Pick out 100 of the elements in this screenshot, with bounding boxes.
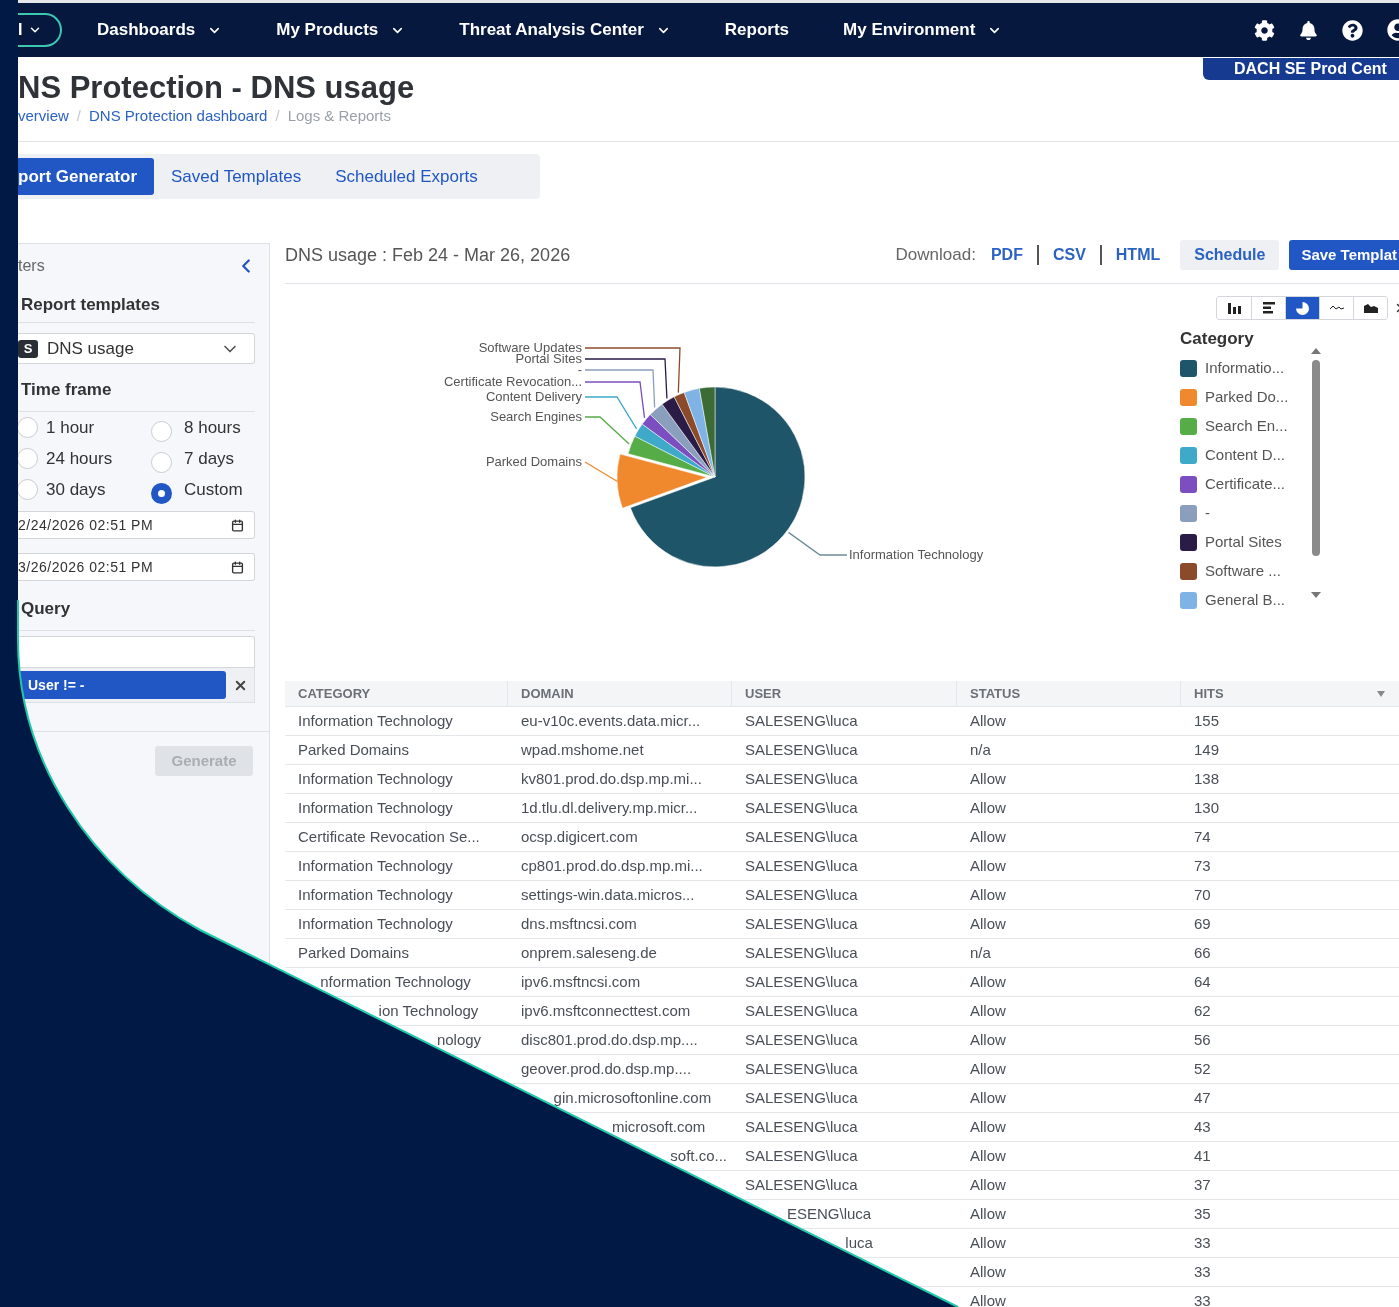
pie-label: Certificate Revocation...	[444, 374, 582, 389]
table-cell-text: 1d.tlu.dl.delivery.mp.micr...	[521, 797, 698, 818]
pie-chart-icon	[1296, 301, 1309, 315]
tenant-badge: DACH SE Prod Cent	[1203, 58, 1399, 80]
settings-icon[interactable]	[1254, 19, 1275, 41]
legend-item[interactable]: Content D...	[1205, 444, 1286, 467]
radio-label: 24 hours	[46, 447, 113, 470]
radio-button[interactable]	[151, 421, 172, 442]
table-cell-text: SALESENG\luca	[745, 1029, 858, 1050]
table-cell-text: 62	[1194, 1000, 1211, 1021]
radio-button[interactable]	[17, 448, 38, 469]
tab[interactable]: Saved Templates	[154, 158, 319, 195]
table-cell-text: SALESENG\luca	[745, 1116, 858, 1137]
download-link[interactable]: CSV	[1052, 243, 1086, 267]
table-cell-text: Allow	[970, 884, 1006, 905]
column-header[interactable]: CATEGORY	[285, 681, 508, 706]
pie-label: Search Engines	[490, 409, 582, 424]
download-link[interactable]: PDF	[990, 243, 1023, 267]
table-cell-text: Allow	[970, 1290, 1006, 1307]
radio-label: 1 hour	[46, 416, 95, 439]
table-cell-text: Allow	[970, 1261, 1006, 1282]
table-cell-text: SALESENG\luca	[745, 1058, 858, 1079]
help-icon[interactable]	[1342, 19, 1363, 41]
table-cell-text: 73	[1194, 855, 1211, 876]
tab[interactable]: port Generator	[18, 158, 155, 195]
table-cell-text: wpad.mshome.net	[521, 739, 644, 760]
leader-line	[584, 461, 618, 482]
nav-menu-item[interactable]: Reports	[724, 17, 790, 43]
legend-item[interactable]: Software ...	[1205, 560, 1281, 583]
query-chip[interactable]: User != -	[18, 671, 226, 699]
template-select[interactable]: S DNS usage	[18, 333, 255, 364]
column-header[interactable]: STATUS	[957, 681, 1181, 706]
table-cell-text: Parked Domains	[298, 942, 409, 963]
table-cell-text: Allow	[970, 1058, 1006, 1079]
table-cell-text: SALESENG\luca	[745, 942, 858, 963]
legend-item[interactable]: -	[1205, 502, 1210, 525]
legend-item[interactable]: Portal Sites	[1205, 531, 1282, 554]
table-cell-text: nology	[436, 1029, 482, 1050]
table-cell-text: Allow	[970, 1203, 1006, 1224]
table-cell-text: 69	[1194, 913, 1211, 934]
nav-menu-item[interactable]: Dashboards	[97, 17, 223, 43]
section-heading: Report templates	[20, 293, 160, 316]
table-cell-text: Certificate Revocation Se...	[298, 826, 480, 847]
table-cell-text: 64	[1194, 971, 1211, 992]
breadcrumb-separator: /	[76, 105, 82, 126]
table-cell-text: 56	[1194, 1029, 1211, 1050]
table-cell-text: SALESENG\luca	[745, 1087, 858, 1108]
download-link[interactable]: HTML	[1115, 243, 1161, 267]
breadcrumb-separator: /	[275, 105, 280, 126]
calendar-icon[interactable]	[231, 518, 244, 532]
date-time-field[interactable]: 2/24/2026 02:51 PM	[18, 511, 255, 539]
nav-menu-item[interactable]: My Environment	[843, 17, 1003, 43]
table-cell-text: SALESENG\luca	[745, 797, 858, 818]
table-cell-text: SALESENG\luca	[745, 739, 858, 760]
leader-line	[787, 531, 848, 556]
table-cell-text: geover.prod.do.dsp.mp....	[521, 1058, 692, 1079]
table-cell-text: 149	[1194, 739, 1220, 760]
table-cell-text: SALESENG\luca	[745, 1174, 858, 1195]
legend-item[interactable]: Parked Do...	[1205, 386, 1289, 409]
radio-button[interactable]	[17, 417, 38, 438]
column-header[interactable]: HITS	[1181, 681, 1399, 706]
column-header[interactable]: USER	[732, 681, 957, 706]
legend-item[interactable]: General B...	[1205, 589, 1286, 612]
sort-caret-icon[interactable]	[1377, 690, 1385, 697]
radio-button[interactable]	[151, 452, 172, 473]
table-cell-text: Allow	[970, 855, 1006, 876]
schedule-button[interactable]: Schedule	[1180, 240, 1280, 270]
breadcrumb-link[interactable]: DNS Protection dashboard	[89, 104, 268, 128]
legend-item[interactable]: Search En...	[1205, 415, 1288, 438]
chart-type-button[interactable]	[1285, 297, 1319, 319]
table-cell-text: SALESENG\luca	[745, 971, 858, 992]
chart-type-button[interactable]	[1353, 297, 1387, 319]
pie-label: -	[577, 362, 582, 377]
legend-item[interactable]: Informatio...	[1205, 357, 1285, 380]
tab[interactable]: Scheduled Exports	[318, 158, 495, 195]
table-cell-text: Allow	[970, 1174, 1006, 1195]
save-template-button[interactable]: Save Templat	[1289, 240, 1399, 270]
table-cell-text: 66	[1194, 942, 1211, 963]
query-field[interactable]	[18, 636, 255, 668]
table-cell-text: 33	[1194, 1290, 1211, 1307]
table-cell-text: microsoft.com	[611, 1116, 706, 1137]
table-cell-text: cp801.prod.do.dsp.mp.mi...	[521, 855, 703, 876]
table-cell-text: SALESENG\luca	[745, 1145, 858, 1166]
table-cell-text: nformation Technology	[320, 971, 471, 992]
radio-button[interactable]	[151, 483, 172, 504]
nav-menu-item[interactable]: My Products	[276, 17, 406, 43]
breadcrumb-link[interactable]: verview	[18, 104, 69, 128]
table-cell-text: kv801.prod.do.dsp.mp.mi...	[521, 768, 702, 789]
calendar-icon[interactable]	[231, 560, 244, 574]
table-cell-text: Allow	[970, 826, 1006, 847]
column-header[interactable]: DOMAIN	[508, 681, 732, 706]
bell-icon[interactable]	[1299, 20, 1318, 40]
radio-label: 30 days	[46, 478, 106, 501]
radio-label: Custom	[184, 478, 243, 501]
nav-menu-item[interactable]: Threat Analysis Center	[459, 17, 671, 43]
date-time-field[interactable]: 3/26/2026 02:51 PM	[18, 553, 255, 581]
table-cell-text: n/a	[970, 942, 991, 963]
radio-button[interactable]	[17, 479, 38, 500]
table-cell-text: 138	[1194, 768, 1220, 789]
legend-item[interactable]: Certificate...	[1205, 473, 1286, 496]
